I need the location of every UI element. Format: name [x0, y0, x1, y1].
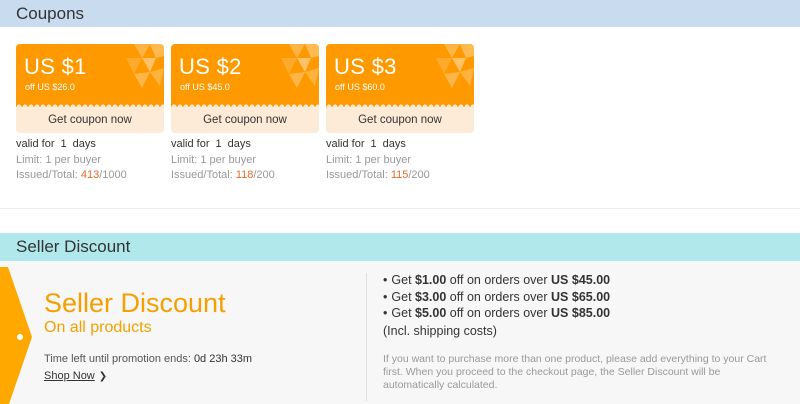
- get-coupon-button[interactable]: Get coupon now: [171, 107, 319, 133]
- coupon-issued-total: Issued/Total: 115/200: [326, 168, 474, 184]
- offer-prefix: Get: [391, 289, 412, 304]
- offer-prefix: Get: [391, 273, 412, 287]
- coupon-validity: valid for 1 days: [16, 137, 164, 153]
- valid-prefix: valid for: [326, 138, 365, 150]
- coupon-card: US $3 off US $60.0 Get coupon now valid …: [326, 44, 474, 184]
- valid-prefix: valid for: [171, 138, 210, 150]
- offer-discount: $5.00: [415, 306, 447, 320]
- coupon-info: valid for 1 days Limit: 1 per buyer Issued…: [326, 137, 474, 184]
- discount-tag-icon: [0, 267, 32, 404]
- bullet-icon: •: [383, 306, 388, 320]
- issued-label: Issued/Total:: [326, 169, 388, 181]
- coupon-limit: Limit: 1 per buyer: [171, 153, 256, 166]
- coupon-amount: US $1: [24, 54, 87, 79]
- coupon-card: US $2 off US $45.0 Get coupon now valid …: [171, 44, 319, 184]
- shipping-note: (Incl. shipping costs): [383, 323, 497, 338]
- coupon-min-order: off US $45.0: [180, 82, 230, 92]
- promotion-countdown: Time left until promotion ends: 0d 23h 33…: [44, 353, 252, 365]
- coupon-face: US $3 off US $60.0: [326, 44, 474, 107]
- valid-days: 1: [370, 138, 377, 150]
- offer-text: off on orders over: [449, 289, 548, 304]
- discount-offer: • Get $5.00 off on orders over US $85.00: [383, 305, 610, 322]
- valid-days: 1: [60, 138, 67, 150]
- issued-count: 413: [80, 169, 100, 181]
- offer-text: off on orders over: [449, 273, 548, 287]
- coupon-perforation: [171, 101, 319, 107]
- coupon-validity: valid for 1 days: [326, 137, 474, 153]
- coupon-amount: US $2: [179, 54, 242, 79]
- offer-text: off on orders over: [449, 306, 548, 320]
- total-count: /1000: [99, 169, 127, 181]
- bullet-icon: •: [383, 273, 388, 287]
- chevron-right-icon: ❯: [98, 371, 108, 382]
- seller-discount-subtitle: On all products: [44, 319, 152, 336]
- coupon-perforation: [16, 101, 164, 107]
- seller-discount-panel: Seller Discount On all products Time lef…: [0, 261, 800, 404]
- coupon-validity: valid for 1 days: [171, 137, 319, 153]
- total-count: /200: [408, 169, 430, 181]
- coupon-perforation: [326, 101, 474, 107]
- coupon-limit: Limit: 1 per buyer: [326, 153, 411, 166]
- cart-instructions: If you want to purchase more than one pr…: [383, 353, 767, 391]
- get-coupon-button[interactable]: Get coupon now: [16, 107, 164, 133]
- countdown-label: Time left until promotion ends:: [44, 353, 191, 365]
- coupon-issued-total: Issued/Total: 118/200: [171, 168, 319, 184]
- offer-threshold: US $45.00: [551, 273, 611, 287]
- coupon-list: US $1 off US $26.0 Get coupon now valid …: [16, 44, 481, 184]
- bullet-icon: •: [383, 289, 388, 304]
- valid-prefix: valid for: [16, 138, 55, 150]
- countdown-value: 0d 23h 33m: [193, 353, 253, 365]
- discount-offer: • Get $1.00 off on orders over US $45.00: [383, 272, 610, 289]
- shop-now-link[interactable]: Shop Now ❯: [44, 370, 107, 382]
- valid-suffix: days: [72, 138, 96, 150]
- seller-discount-section-title: Seller Discount: [0, 233, 800, 261]
- coupon-decoration-icon: [436, 44, 474, 88]
- offer-discount: $3.00: [415, 289, 447, 304]
- panel-divider: [366, 273, 367, 401]
- coupon-issued-total: Issued/Total: 413/1000: [16, 168, 164, 184]
- valid-days: 1: [215, 138, 222, 150]
- offer-discount: $1.00: [415, 273, 447, 287]
- issued-label: Issued/Total:: [16, 169, 78, 181]
- coupon-info: valid for 1 days Limit: 1 per buyer Issued…: [16, 137, 164, 184]
- offer-threshold: US $85.00: [551, 306, 611, 320]
- valid-suffix: days: [382, 138, 406, 150]
- section-divider: [0, 208, 800, 209]
- shop-now-label: Shop Now: [44, 370, 95, 382]
- coupon-decoration-icon: [126, 44, 164, 88]
- discount-offer-list: • Get $1.00 off on orders over US $45.00 …: [383, 272, 610, 339]
- issued-count: 118: [235, 169, 254, 181]
- coupon-info: valid for 1 days Limit: 1 per buyer Issued…: [171, 137, 319, 184]
- offer-prefix: Get: [391, 306, 412, 320]
- seller-discount-title: Seller Discount: [44, 288, 226, 318]
- coupon-min-order: off US $60.0: [335, 82, 385, 92]
- coupon-face: US $2 off US $45.0: [171, 44, 319, 107]
- issued-label: Issued/Total:: [171, 169, 233, 181]
- discount-offer: • Get $3.00 off on orders over US $65.00: [383, 289, 610, 306]
- get-coupon-button[interactable]: Get coupon now: [326, 107, 474, 133]
- coupon-decoration-icon: [281, 44, 319, 88]
- coupon-limit: Limit: 1 per buyer: [16, 153, 101, 166]
- total-count: /200: [253, 169, 275, 181]
- valid-suffix: days: [227, 138, 251, 150]
- coupon-card: US $1 off US $26.0 Get coupon now valid …: [16, 44, 164, 184]
- coupons-section-title: Coupons: [0, 0, 800, 27]
- offer-threshold: US $65.00: [551, 289, 611, 304]
- coupon-face: US $1 off US $26.0: [16, 44, 164, 107]
- coupon-amount: US $3: [334, 54, 397, 79]
- issued-count: 115: [390, 169, 409, 181]
- coupon-min-order: off US $26.0: [25, 82, 75, 92]
